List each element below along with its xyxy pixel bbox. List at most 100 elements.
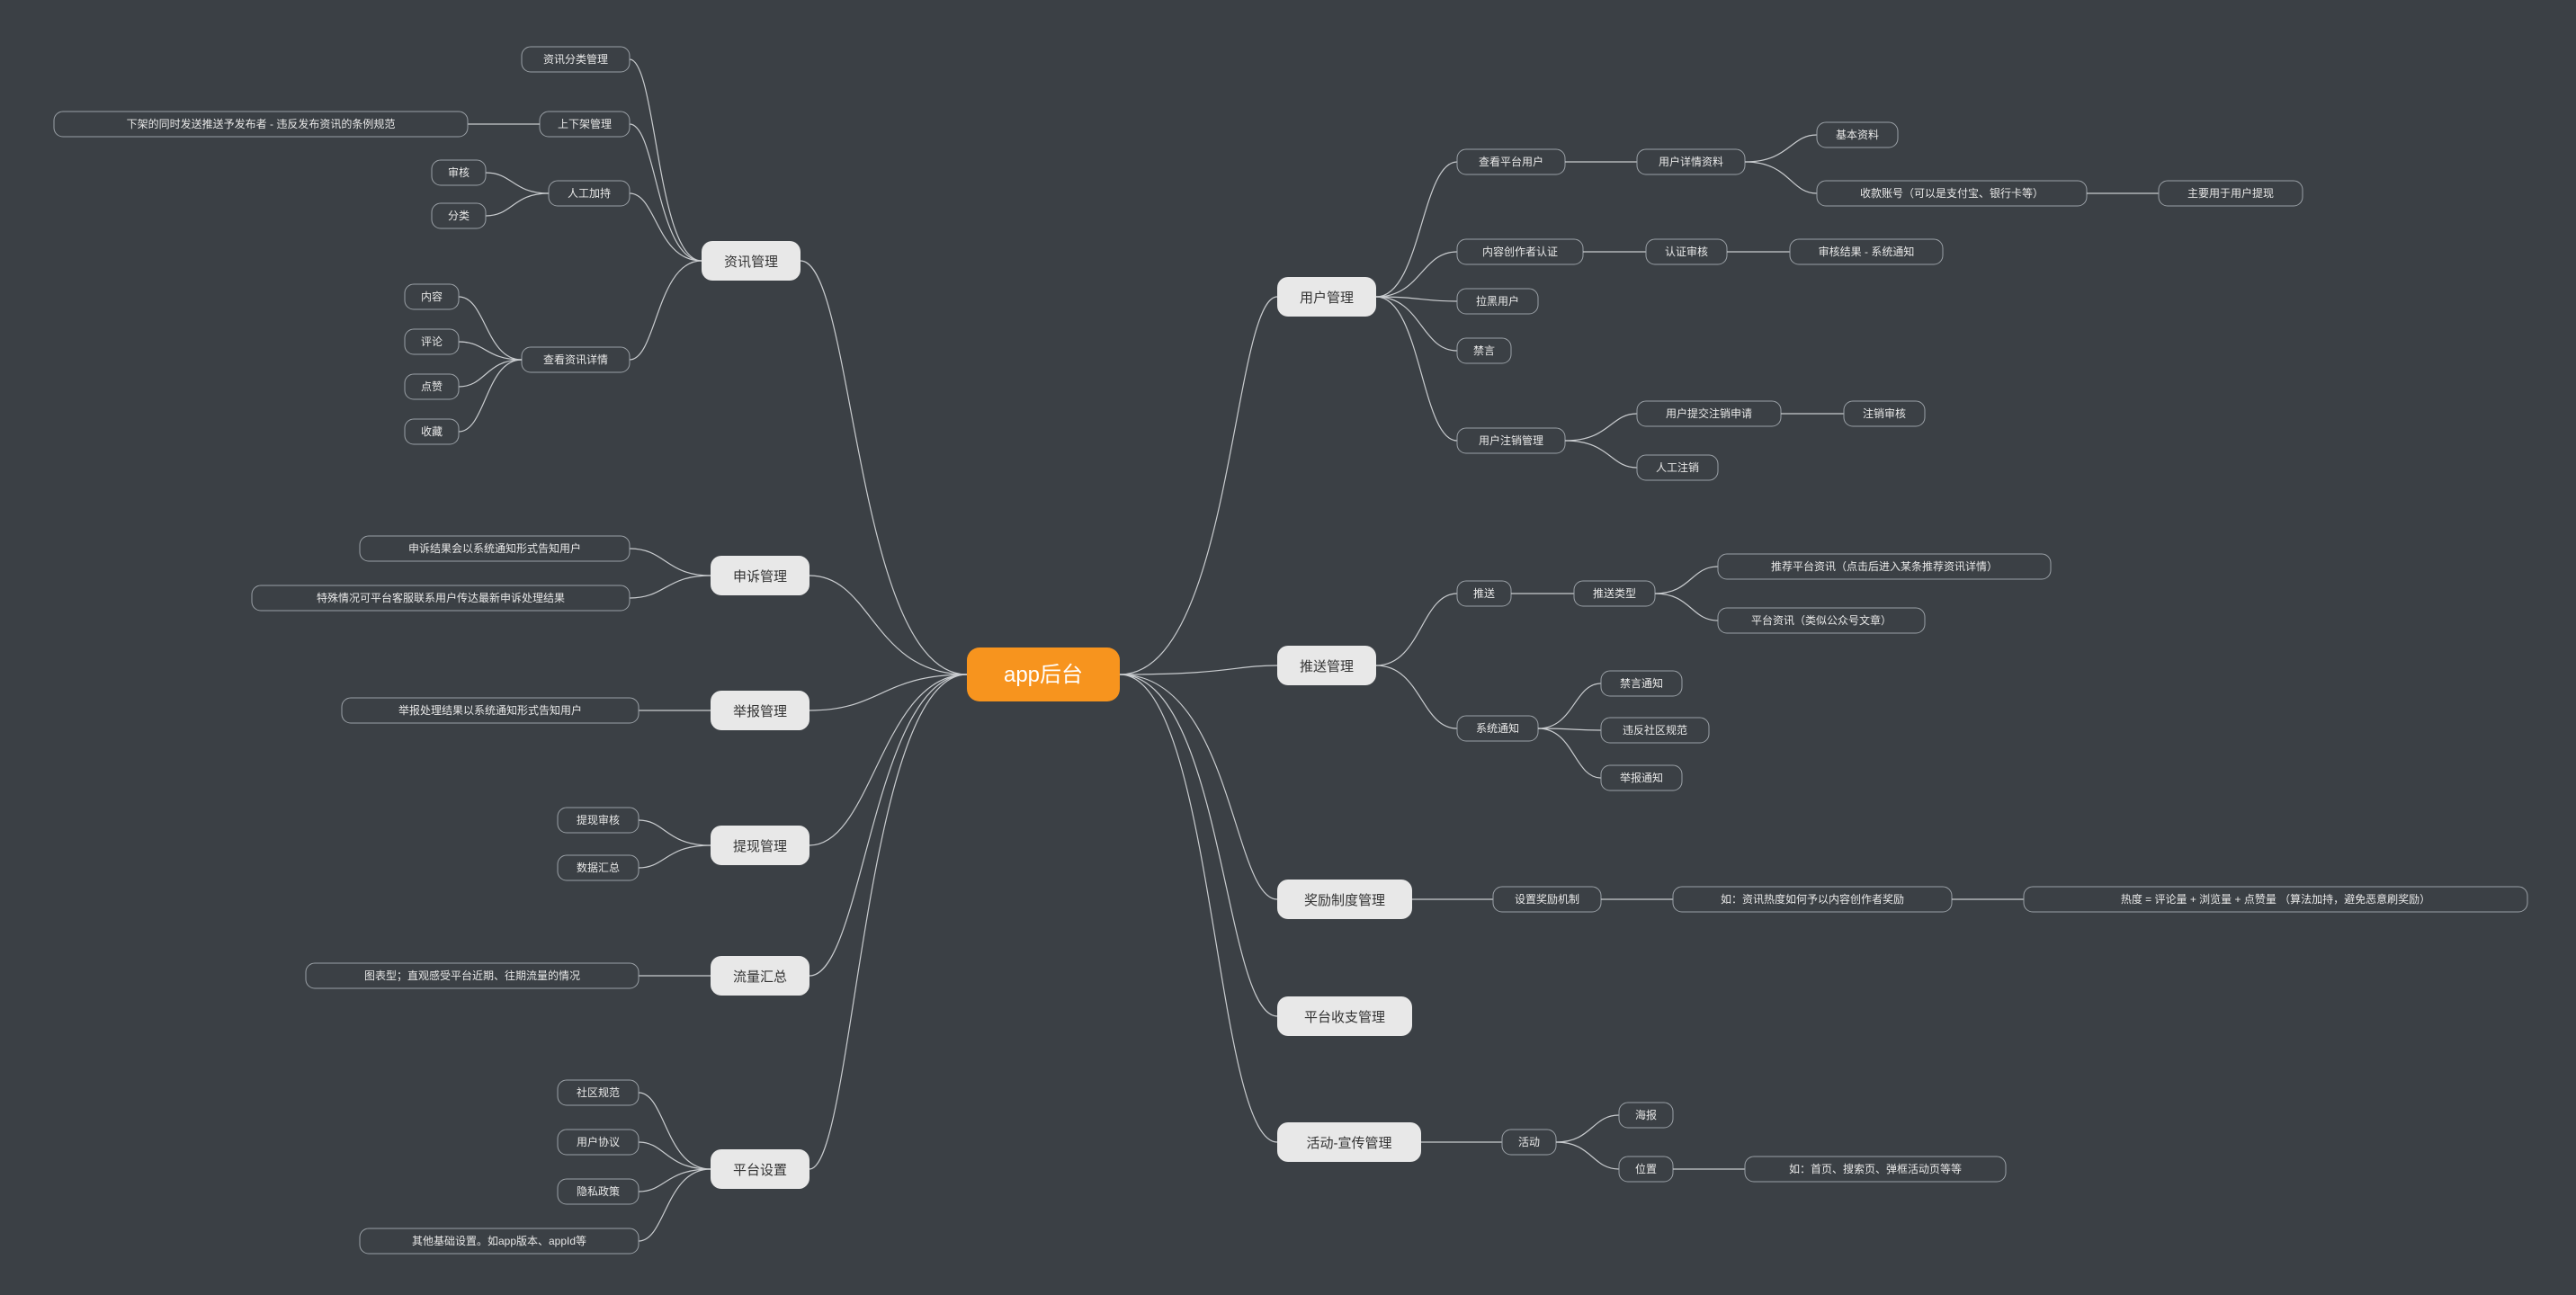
node-mute[interactable]: 禁言	[1457, 338, 1511, 363]
node-activity[interactable]: 活动	[1502, 1130, 1556, 1155]
svg-text:用户提交注销申请: 用户提交注销申请	[1666, 406, 1752, 420]
svg-text:注销审核: 注销审核	[1863, 406, 1906, 420]
node-setting-other[interactable]: 其他基础设置。如app版本、appId等	[360, 1228, 639, 1254]
svg-text:提现审核: 提现审核	[577, 813, 620, 826]
svg-text:上下架管理: 上下架管理	[558, 117, 612, 130]
node-notify-violate[interactable]: 违反社区规范	[1601, 718, 1709, 743]
node-user-detail-info[interactable]: 用户详情资料	[1637, 149, 1745, 174]
svg-text:推送管理: 推送管理	[1300, 659, 1354, 674]
node-push-type[interactable]: 推送类型	[1574, 581, 1655, 606]
node-info-detail-like[interactable]: 点赞	[405, 374, 459, 399]
node-view-user[interactable]: 查看平台用户	[1457, 149, 1565, 174]
node-deactivate[interactable]: 用户注销管理	[1457, 428, 1565, 453]
node-creator-cert[interactable]: 内容创作者认证	[1457, 239, 1583, 264]
node-sys-notify[interactable]: 系统通知	[1457, 716, 1538, 741]
node-info-detail-comment[interactable]: 评论	[405, 329, 459, 354]
node-setting-community[interactable]: 社区规范	[558, 1080, 639, 1105]
node-platform-setting[interactable]: 平台设置	[711, 1149, 809, 1189]
svg-text:位置: 位置	[1635, 1162, 1657, 1175]
node-info-detail[interactable]: 查看资讯详情	[522, 347, 630, 372]
svg-text:查看资讯详情: 查看资讯详情	[543, 353, 608, 366]
node-info-category[interactable]: 资讯分类管理	[522, 47, 630, 72]
node-notify-report[interactable]: 举报通知	[1601, 765, 1682, 790]
node-appeal-mgmt[interactable]: 申诉管理	[711, 556, 809, 595]
svg-text:内容: 内容	[421, 290, 443, 303]
node-info-manual-category[interactable]: 分类	[432, 203, 486, 228]
node-appeal-special[interactable]: 特殊情况可平台客服联系用户传达最新申诉处理结果	[252, 585, 630, 611]
svg-text:平台收支管理: 平台收支管理	[1304, 1010, 1385, 1025]
node-withdraw-audit[interactable]: 提现审核	[558, 808, 639, 833]
node-setting-agreement[interactable]: 用户协议	[558, 1130, 639, 1155]
node-activity-position[interactable]: 位置	[1619, 1157, 1673, 1182]
node-push-recommend[interactable]: 推荐平台资讯（点击后进入某条推荐资讯详情）	[1718, 554, 2051, 579]
node-push-platform[interactable]: 平台资讯（类似公众号文章）	[1718, 608, 1925, 633]
node-activity-position-note[interactable]: 如：首页、搜索页、弹框活动页等等	[1745, 1157, 2006, 1182]
node-reward-set[interactable]: 设置奖励机制	[1493, 887, 1601, 912]
svg-text:点赞: 点赞	[421, 380, 443, 393]
svg-text:平台资讯（类似公众号文章）: 平台资讯（类似公众号文章）	[1751, 613, 1892, 627]
node-deactivate-audit[interactable]: 注销审核	[1844, 401, 1925, 426]
node-push[interactable]: 推送	[1457, 581, 1511, 606]
node-info-onoff[interactable]: 上下架管理	[540, 112, 630, 137]
svg-text:申诉结果会以系统通知形式告知用户: 申诉结果会以系统通知形式告知用户	[408, 541, 581, 555]
svg-text:审核: 审核	[448, 165, 470, 179]
node-report-mgmt[interactable]: 举报管理	[711, 691, 809, 730]
svg-text:禁言: 禁言	[1473, 344, 1495, 357]
node-info-detail-fav[interactable]: 收藏	[405, 419, 459, 444]
node-push-mgmt[interactable]: 推送管理	[1277, 646, 1376, 685]
svg-text:用户管理: 用户管理	[1300, 290, 1354, 306]
svg-text:推送类型: 推送类型	[1593, 586, 1636, 600]
node-user-account-note[interactable]: 主要用于用户提现	[2159, 181, 2303, 206]
svg-text:违反社区规范: 违反社区规范	[1623, 723, 1687, 737]
node-info-manual[interactable]: 人工加持	[549, 181, 630, 206]
node-traffic-chart[interactable]: 图表型；直观感受平台近期、往期流量的情况	[306, 963, 639, 988]
node-finance-mgmt[interactable]: 平台收支管理	[1277, 996, 1412, 1036]
svg-text:拉黑用户: 拉黑用户	[1476, 294, 1519, 308]
node-info-onoff-note[interactable]: 下架的同时发送推送予发布者 - 违反发布资讯的条例规范	[54, 112, 468, 137]
node-blacklist[interactable]: 拉黑用户	[1457, 289, 1538, 314]
svg-text:人工注销: 人工注销	[1656, 460, 1699, 474]
node-cert-audit[interactable]: 认证审核	[1646, 239, 1727, 264]
svg-text:如：资讯热度如何予以内容创作者奖励: 如：资讯热度如何予以内容创作者奖励	[1721, 892, 1904, 906]
svg-text:人工加持: 人工加持	[568, 186, 611, 200]
svg-text:图表型；直观感受平台近期、往期流量的情况: 图表型；直观感受平台近期、往期流量的情况	[364, 969, 580, 982]
node-user-mgmt[interactable]: 用户管理	[1277, 277, 1376, 317]
svg-text:基本资料: 基本资料	[1836, 129, 1879, 141]
svg-text:下架的同时发送推送予发布者 - 违反发布资讯的条例规范: 下架的同时发送推送予发布者 - 违反发布资讯的条例规范	[127, 117, 396, 130]
node-report-notify[interactable]: 举报处理结果以系统通知形式告知用户	[342, 698, 639, 723]
node-withdraw-mgmt[interactable]: 提现管理	[711, 826, 809, 865]
node-reward-formula[interactable]: 热度 = 评论量 + 浏览量 + 点赞量 （算法加持，避免恶意刷奖励）	[2024, 887, 2527, 912]
node-user-basic[interactable]: 基本资料	[1817, 122, 1898, 147]
svg-text:申诉管理: 申诉管理	[733, 569, 787, 585]
node-appeal-notify[interactable]: 申诉结果会以系统通知形式告知用户	[360, 536, 630, 561]
svg-text:特殊情况可平台客服联系用户传达最新申诉处理结果: 特殊情况可平台客服联系用户传达最新申诉处理结果	[317, 591, 565, 604]
node-deactivate-manual[interactable]: 人工注销	[1637, 455, 1718, 480]
svg-text:举报通知: 举报通知	[1620, 771, 1663, 784]
svg-text:社区规范: 社区规范	[577, 1085, 620, 1099]
root-node[interactable]: app后台	[967, 648, 1120, 701]
svg-text:认证审核: 认证审核	[1665, 245, 1708, 258]
svg-text:系统通知: 系统通知	[1476, 722, 1519, 735]
mindmap-canvas: app后台 资讯管理 资讯分类管理 上下架管理 下架的同时发送推送予发布者 - …	[0, 0, 2576, 1295]
svg-text:奖励制度管理: 奖励制度管理	[1304, 893, 1385, 908]
node-reward-eg[interactable]: 如：资讯热度如何予以内容创作者奖励	[1673, 887, 1952, 912]
node-reward-mgmt[interactable]: 奖励制度管理	[1277, 880, 1412, 919]
svg-text:查看平台用户: 查看平台用户	[1479, 155, 1543, 168]
node-info-mgmt[interactable]: 资讯管理	[702, 241, 801, 281]
node-cert-result[interactable]: 审核结果 - 系统通知	[1790, 239, 1943, 264]
node-info-detail-content[interactable]: 内容	[405, 284, 459, 309]
node-activity-mgmt[interactable]: 活动-宣传管理	[1277, 1122, 1421, 1162]
node-activity-poster[interactable]: 海报	[1619, 1103, 1673, 1128]
node-setting-privacy[interactable]: 隐私政策	[558, 1179, 639, 1204]
label-info-mgmt: 资讯管理	[724, 255, 778, 270]
node-info-manual-audit[interactable]: 审核	[432, 160, 486, 185]
node-withdraw-summary[interactable]: 数据汇总	[558, 855, 639, 880]
svg-text:海报: 海报	[1635, 1108, 1657, 1121]
svg-text:审核结果 - 系统通知: 审核结果 - 系统通知	[1819, 245, 1915, 258]
node-traffic[interactable]: 流量汇总	[711, 956, 809, 996]
svg-text:举报处理结果以系统通知形式告知用户: 举报处理结果以系统通知形式告知用户	[398, 703, 582, 717]
node-deactivate-apply[interactable]: 用户提交注销申请	[1637, 401, 1781, 426]
node-notify-mute[interactable]: 禁言通知	[1601, 671, 1682, 696]
node-user-account[interactable]: 收款账号（可以是支付宝、银行卡等）	[1817, 181, 2087, 206]
svg-text:如：首页、搜索页、弹框活动页等等: 如：首页、搜索页、弹框活动页等等	[1789, 1162, 1962, 1175]
